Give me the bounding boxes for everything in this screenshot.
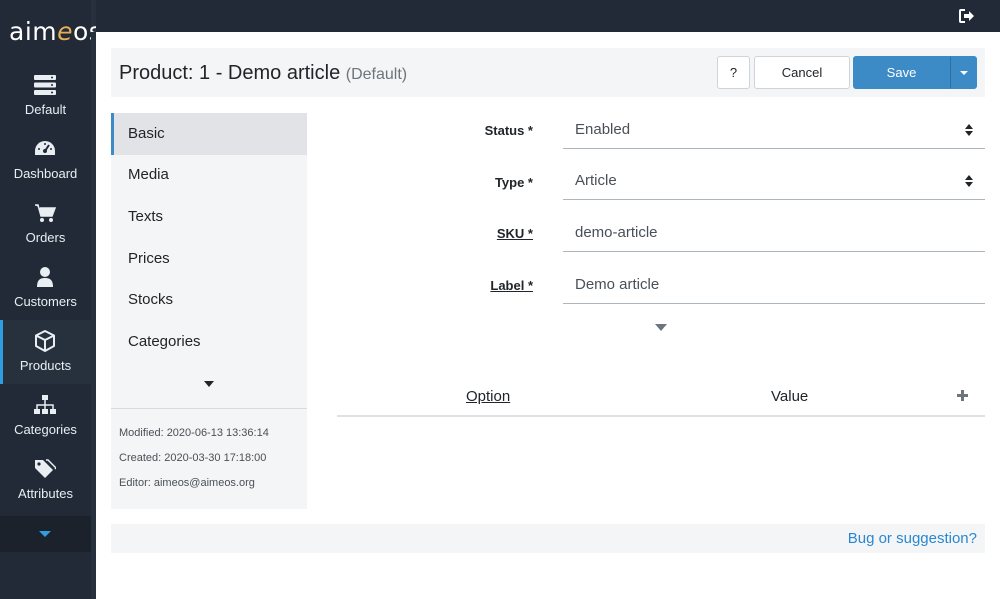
sidebar-item-attributes[interactable]: Attributes — [0, 448, 91, 512]
tab-categories[interactable]: Categories — [111, 321, 307, 363]
status-select[interactable]: Enabled — [563, 112, 985, 149]
tags-icon — [35, 459, 56, 478]
modified-date: Modified: 2020-06-13 13:36:14 — [119, 427, 269, 439]
label-input[interactable]: Demo article — [563, 267, 985, 304]
sidebar-item-default[interactable]: Default — [0, 64, 91, 128]
plus-icon[interactable] — [957, 390, 968, 401]
sidebar: aimeos Default Dashboard Orders Customer… — [0, 0, 102, 599]
sidebar-item-products[interactable]: Products — [0, 320, 91, 384]
sku-input[interactable]: demo-article — [563, 215, 985, 252]
caret-down-icon — [960, 71, 968, 75]
sidebar-item-dashboard[interactable]: Dashboard — [0, 128, 91, 192]
page-title: Product: 1 - Demo article (Default) — [119, 62, 408, 84]
label-label: Label * — [490, 278, 533, 293]
sidebar-item-label: Categories — [14, 422, 77, 437]
tab-stocks[interactable]: Stocks — [111, 279, 307, 321]
logout-icon[interactable] — [959, 9, 975, 23]
caret-down-icon — [39, 531, 51, 537]
sku-label: SKU * — [496, 226, 533, 241]
tab-prices[interactable]: Prices — [111, 238, 307, 280]
sort-arrows-icon — [965, 124, 973, 136]
footer: Bug or suggestion? — [111, 524, 985, 553]
cancel-button[interactable]: Cancel — [754, 56, 850, 89]
status-label: Status * — [484, 123, 533, 138]
dashboard-icon — [35, 141, 55, 155]
server-icon — [34, 75, 56, 95]
sidebar-item-label: Dashboard — [13, 166, 78, 181]
user-icon — [37, 267, 53, 287]
sidebar-item-customers[interactable]: Customers — [0, 256, 91, 320]
expand-caret-icon[interactable] — [655, 324, 667, 331]
sitemap-icon — [34, 395, 56, 414]
box-icon — [35, 330, 55, 352]
tab-basic[interactable]: Basic — [111, 113, 307, 155]
sidebar-item-label: Customers — [14, 294, 77, 309]
sidebar-item-label: Default — [24, 102, 67, 117]
more-tabs-caret-icon[interactable] — [204, 381, 214, 387]
top-bar — [96, 0, 1000, 32]
item-header: Product: 1 - Demo article (Default) ? Ca… — [111, 48, 985, 97]
sort-arrows-icon — [965, 175, 973, 187]
sidebar-border — [91, 32, 96, 599]
save-options-button[interactable] — [950, 56, 977, 89]
created-date: Created: 2020-03-30 17:18:00 — [119, 452, 267, 464]
tab-texts[interactable]: Texts — [111, 196, 307, 238]
bug-report-link[interactable]: Bug or suggestion? — [848, 530, 977, 547]
item-navigation: Basic Media Texts Prices Stocks Categori… — [111, 113, 307, 509]
sidebar-item-orders[interactable]: Orders — [0, 192, 91, 256]
option-column-header[interactable]: Option — [466, 388, 510, 405]
sidebar-item-label: Products — [19, 358, 72, 373]
sidebar-item-label: Attributes — [18, 486, 73, 501]
properties-table-header: Option Value — [337, 380, 985, 417]
help-button[interactable]: ? — [717, 56, 750, 89]
type-select[interactable]: Article — [563, 163, 985, 200]
aimeos-logo[interactable]: aimeos — [9, 17, 102, 47]
divider — [111, 408, 307, 409]
tab-media[interactable]: Media — [111, 154, 307, 196]
sidebar-item-label: Orders — [25, 230, 66, 245]
sidebar-nav: aimeos Default Dashboard Orders Customer… — [0, 0, 102, 599]
save-button[interactable]: Save — [853, 56, 950, 89]
sidebar-more-button[interactable] — [0, 516, 91, 552]
type-label: Type * — [494, 175, 533, 190]
cart-icon — [35, 204, 56, 222]
site-subtitle: (Default) — [345, 66, 408, 83]
editor-info: Editor: aimeos@aimeos.org — [119, 477, 255, 489]
value-column-header: Value — [771, 388, 809, 405]
sidebar-item-categories[interactable]: Categories — [0, 384, 91, 448]
